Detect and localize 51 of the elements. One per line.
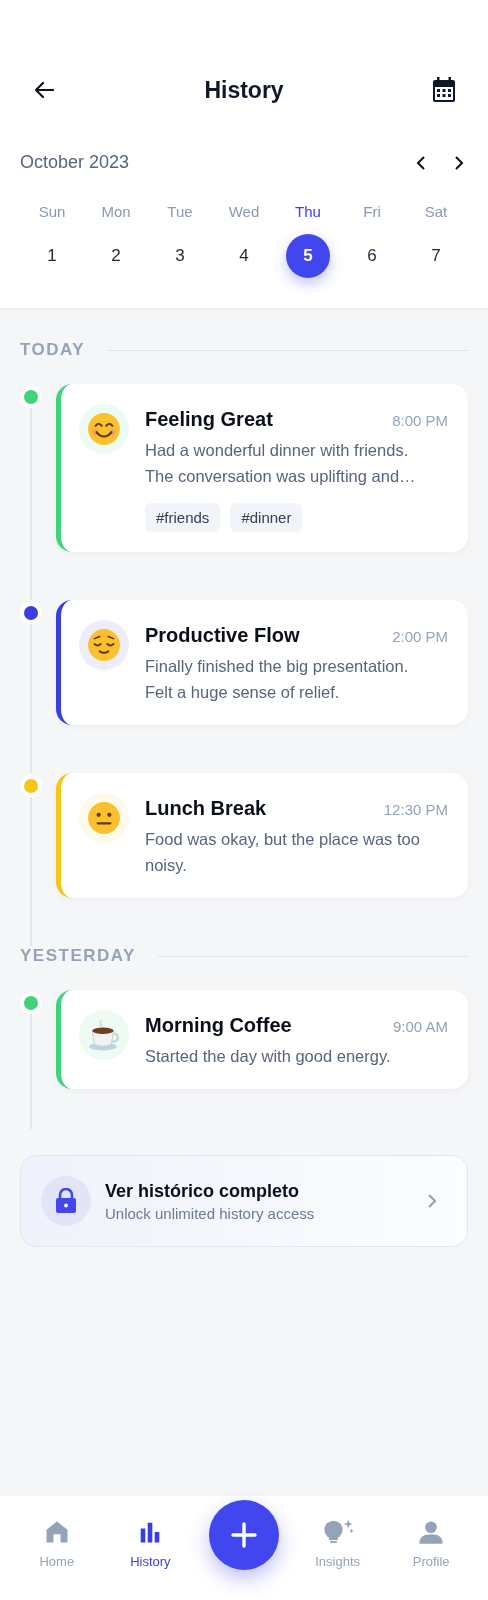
promo-title: Ver histórico completo (105, 1180, 301, 1202)
entry-card[interactable]: Feeling Great 8:00 PM Had a wonderful dinner with friends. The conversation was uplifting and… #friends #dinner (56, 384, 468, 552)
entry-text: Had a wonderful dinner with friends. The conversation was uplifting and… (145, 440, 417, 487)
chevron-right-icon[interactable] (454, 155, 464, 170)
entry-title: Feeling Great (145, 408, 273, 431)
day-number[interactable]: 4 (222, 234, 266, 278)
chevron-left-icon[interactable] (416, 155, 426, 170)
tag-chip: #friends (145, 503, 221, 532)
add-button[interactable] (209, 1500, 279, 1570)
weekday-label: Sat (424, 203, 448, 220)
tag-chip: #dinner (230, 503, 303, 532)
entry-card[interactable]: Morning Coffee 9:00 AM Started the day with good energy. (56, 990, 468, 1089)
section-label: YESTERDAY (20, 946, 136, 966)
section-label: TODAY (20, 340, 86, 360)
month-label: October 2023 (20, 152, 130, 173)
neutral-face-icon (87, 801, 121, 835)
entry-text: Started the day with good energy. (145, 1046, 392, 1067)
entry-card[interactable]: Productive Flow 2:00 PM Finally finished the big presentation. Felt a huge sense of relief. (56, 600, 468, 725)
entry-card[interactable]: Lunch Break 12:30 PM Food was okay, but the place was too noisy. (56, 773, 468, 898)
lock-icon (41, 1176, 91, 1226)
day-number[interactable]: 2 (94, 234, 138, 278)
day-number[interactable]: 5 (286, 234, 330, 278)
entry-text: Food was okay, but the place was too noisy. (145, 829, 421, 876)
weekday-label: Thu (295, 203, 321, 220)
entry-time: 8:00 PM (392, 412, 448, 429)
nav-tab[interactable]: History (130, 1518, 171, 1569)
coffee-cup-icon (87, 1018, 121, 1052)
entry-time: 9:00 AM (392, 1018, 448, 1035)
calendar-icon[interactable] (432, 77, 456, 103)
entry-text: Finally finished the big presentation. Felt a huge sense of relief. (145, 656, 410, 703)
entry-time: 2:00 PM (392, 628, 448, 645)
relieved-face-icon (87, 628, 121, 662)
weekday-label: Mon (101, 203, 131, 220)
entry-time: 12:30 PM (383, 801, 448, 818)
weekday-label: Wed (228, 203, 260, 220)
entry-title: Lunch Break (145, 797, 267, 820)
upgrade-card[interactable]: Ver histórico completo Unlock unlimited history access (20, 1155, 468, 1247)
day-number[interactable]: 6 (350, 234, 394, 278)
weekday-label: Sun (38, 203, 66, 220)
entry-title: Productive Flow (145, 624, 300, 647)
smiling-face-icon (87, 412, 121, 446)
day-number[interactable]: 1 (30, 234, 74, 278)
day-number[interactable]: 3 (158, 234, 202, 278)
plus-icon (230, 1521, 258, 1549)
day-number[interactable]: 7 (414, 234, 458, 278)
weekday-label: Fri (363, 203, 381, 220)
weekday-label: Tue (167, 203, 193, 220)
chevron-right-icon (427, 1193, 437, 1209)
screen-title: History (204, 76, 284, 104)
promo-subtitle: Unlock unlimited history access (105, 1204, 316, 1222)
entry-title: Morning Coffee (145, 1014, 292, 1037)
